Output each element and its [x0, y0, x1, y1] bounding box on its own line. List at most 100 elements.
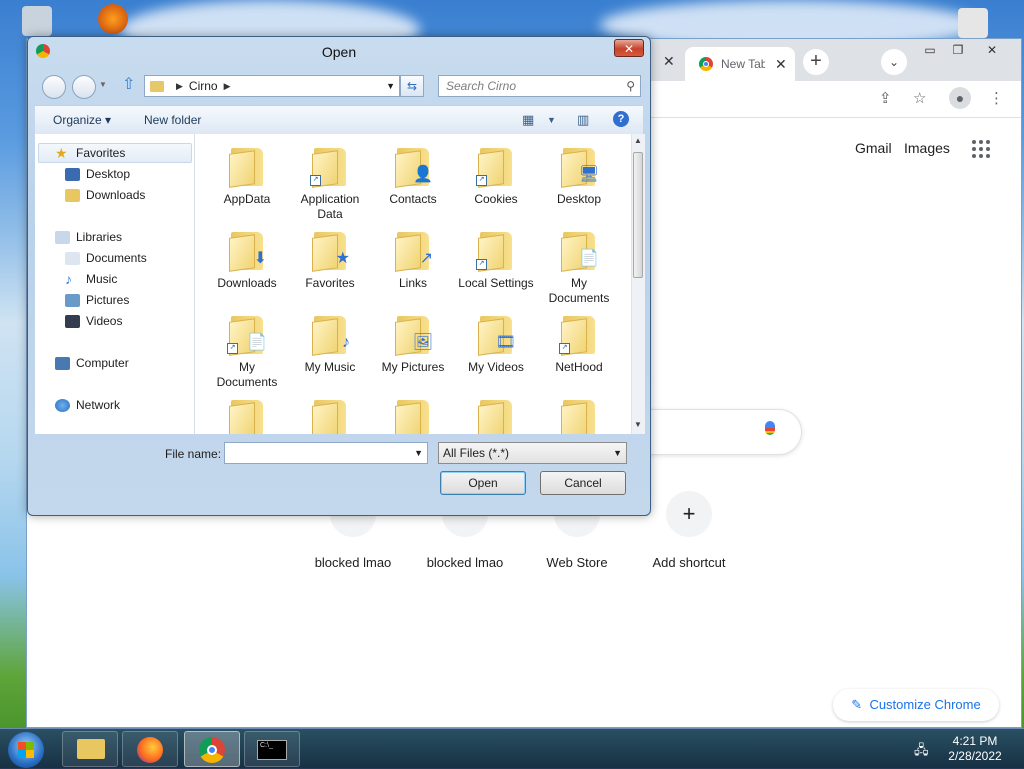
nav-label: Favorites	[76, 146, 126, 160]
nav-music[interactable]: ♪ Music	[65, 272, 117, 287]
file-item[interactable]: ♪ My Music	[290, 312, 370, 375]
file-item[interactable]: ↗ Links	[373, 228, 453, 291]
google-apps-icon[interactable]	[972, 140, 990, 158]
breadcrumb-chevron-icon[interactable]: ▶	[176, 81, 183, 92]
images-link[interactable]: Images	[904, 140, 950, 156]
file-item[interactable]: 📄 ↗ My Documents	[207, 312, 287, 390]
close-window-icon[interactable]: ✕	[981, 43, 1003, 57]
file-type-select[interactable]: All Files (*.*) ▼	[438, 442, 627, 464]
scroll-thumb[interactable]	[633, 152, 643, 278]
file-item[interactable]: ★ Favorites	[290, 228, 370, 291]
recycle-bin-icon[interactable]	[22, 6, 52, 36]
file-item[interactable]: ↗ Local Settings	[456, 228, 536, 291]
bookmark-star-icon[interactable]: ☆	[913, 89, 926, 107]
firefox-desktop-icon[interactable]	[98, 4, 128, 34]
navigation-pane: ★ Favorites Desktop Downloads Libraries D…	[35, 134, 195, 434]
nav-computer[interactable]: Computer	[55, 356, 129, 370]
scroll-up-icon[interactable]: ▲	[634, 136, 642, 145]
start-button[interactable]	[8, 732, 44, 768]
nav-pictures[interactable]: Pictures	[65, 293, 129, 307]
open-button[interactable]: Open	[440, 471, 526, 495]
nav-documents[interactable]: Documents	[65, 251, 147, 265]
nav-network[interactable]: Network	[55, 398, 120, 412]
command-prompt-icon: C:\_	[257, 740, 287, 760]
customize-chrome-button[interactable]: ✎ Customize Chrome	[833, 689, 999, 721]
recent-pages-chevron-icon[interactable]: ▼	[99, 80, 107, 89]
help-icon[interactable]: ?	[613, 111, 629, 127]
search-input[interactable]: Search Cirno ⚲	[438, 75, 641, 97]
share-icon[interactable]: ⇪	[879, 89, 892, 107]
file-desktop-icon[interactable]	[958, 8, 988, 38]
clock[interactable]: 4:21 PM 2/28/2022	[938, 734, 1012, 764]
shortcut-documents-folder-icon: 📄 ↗	[227, 312, 267, 356]
vertical-scrollbar[interactable]: ▲ ▼	[631, 134, 645, 434]
links-folder-icon: ↗	[395, 228, 433, 272]
close-dialog-button[interactable]: ✕	[614, 39, 644, 57]
view-dropdown-icon[interactable]: ▼	[547, 115, 556, 125]
file-item[interactable]: 🖥 Desktop	[539, 144, 619, 207]
file-name-input[interactable]: ▼	[224, 442, 428, 464]
file-item[interactable]	[456, 396, 536, 434]
close-tab-icon[interactable]: ✕	[775, 56, 787, 73]
address-dropdown-icon[interactable]: ▼	[386, 81, 395, 91]
file-item[interactable]: ⬇ Downloads	[207, 228, 287, 291]
breadcrumb-cirno[interactable]: Cirno	[189, 79, 218, 93]
chrome-taskbar-button[interactable]	[184, 731, 240, 767]
preview-pane-icon[interactable]: ▥	[577, 112, 589, 128]
file-item[interactable]: ↗ Cookies	[456, 144, 536, 207]
nav-favorites[interactable]: ★ Favorites	[55, 146, 126, 161]
shortcut-label: Add shortcut	[652, 555, 726, 570]
firefox-taskbar-button[interactable]	[122, 731, 178, 767]
file-item[interactable]: ↗ NetHood	[539, 312, 619, 375]
file-item[interactable]: 📄 My Documents	[539, 228, 619, 306]
explorer-taskbar-button[interactable]	[62, 731, 118, 767]
contacts-folder-icon: 👤	[395, 144, 433, 188]
file-item[interactable]: ↗ Application Data	[290, 144, 370, 222]
gmail-link[interactable]: Gmail	[855, 140, 892, 156]
nav-libraries[interactable]: Libraries	[55, 230, 122, 244]
file-item-label: Desktop	[556, 192, 602, 206]
nav-downloads[interactable]: Downloads	[65, 188, 145, 202]
refresh-button[interactable]: ⇆	[400, 75, 424, 97]
menu-kebab-icon[interactable]: ⋮	[989, 89, 1004, 107]
minimize-icon[interactable]: ▭	[919, 43, 941, 57]
forward-button[interactable]	[72, 75, 96, 99]
cancel-button[interactable]: Cancel	[540, 471, 626, 495]
file-item[interactable]: 👤 Contacts	[373, 144, 453, 207]
file-item-label: Cookies	[474, 192, 518, 206]
cmd-taskbar-button[interactable]: C:\_	[244, 731, 300, 767]
file-item-label: AppData	[223, 192, 271, 206]
network-tray-icon[interactable]: 🖧	[914, 741, 929, 763]
file-item[interactable]	[373, 396, 453, 434]
shortcut-label: blocked lmao	[314, 555, 392, 570]
file-item[interactable]	[207, 396, 287, 434]
shortcut-label: blocked lmao	[426, 555, 504, 570]
address-bar[interactable]: ▶ Cirno ▶ ▼	[144, 75, 400, 97]
tab-search-chevron-icon[interactable]: ⌄	[881, 49, 907, 75]
nav-videos[interactable]: Videos	[65, 314, 122, 328]
videos-icon	[65, 314, 80, 328]
scroll-down-icon[interactable]: ▼	[634, 420, 642, 429]
view-options-icon[interactable]: ▦	[522, 112, 534, 128]
file-item[interactable]: AppData	[207, 144, 287, 207]
profile-avatar-icon[interactable]: ●	[949, 87, 971, 109]
folder-icon	[150, 80, 164, 92]
microphone-icon[interactable]	[765, 421, 775, 435]
file-name-dropdown-icon[interactable]: ▼	[414, 448, 423, 458]
back-button[interactable]	[42, 75, 66, 99]
tab-new-tab[interactable]: New Tab ✕	[685, 47, 795, 81]
file-item[interactable]	[539, 396, 619, 434]
nav-label: Documents	[86, 251, 147, 265]
breadcrumb-chevron-icon[interactable]: ▶	[224, 81, 231, 92]
close-tab-icon[interactable]: ✕	[663, 53, 675, 70]
new-tab-button[interactable]: +	[803, 49, 829, 75]
file-item[interactable]	[290, 396, 370, 434]
new-folder-button[interactable]: New folder	[144, 113, 201, 127]
up-arrow-icon[interactable]: ⇧	[122, 74, 135, 94]
restore-icon[interactable]: ❐	[947, 43, 969, 57]
organize-button[interactable]: Organize ▾	[53, 113, 111, 127]
file-item[interactable]: 🖼 My Pictures	[373, 312, 453, 375]
file-type-dropdown-icon[interactable]: ▼	[613, 443, 622, 463]
nav-desktop[interactable]: Desktop	[65, 167, 130, 181]
file-item[interactable]: 🎞 My Videos	[456, 312, 536, 375]
